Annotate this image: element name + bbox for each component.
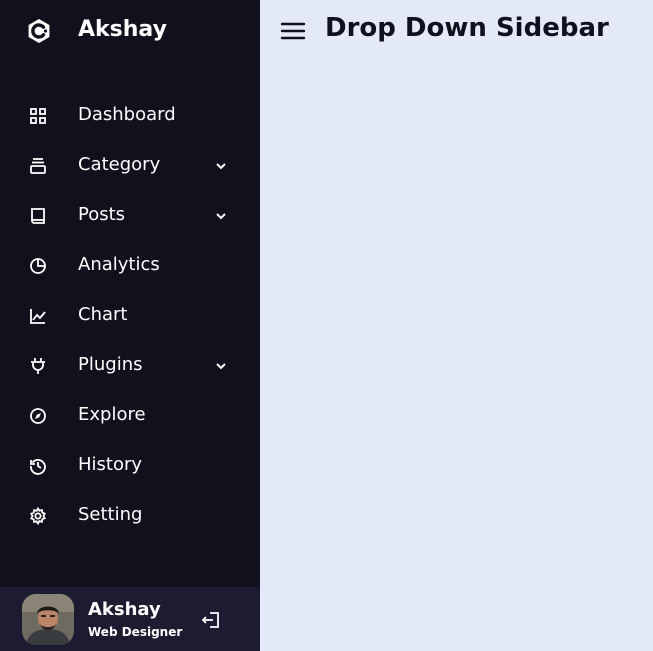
logout-icon[interactable] [200, 610, 222, 630]
sidebar-nav: Dashboard Category Posts Analytics Chart… [0, 91, 260, 541]
plug-icon [29, 357, 47, 375]
sidebar-item-label: Chart [78, 304, 128, 325]
sidebar-item-dashboard[interactable]: Dashboard [0, 91, 260, 141]
sidebar-item-label: Posts [78, 204, 126, 225]
sidebar-item-label: History [78, 454, 143, 475]
sidebar-item-explore[interactable]: Explore [0, 391, 260, 441]
sidebar-item-posts[interactable]: Posts [0, 191, 260, 241]
chevron-down-icon[interactable] [214, 360, 228, 372]
sidebar-item-label: Dashboard [78, 104, 176, 125]
page-title: Drop Down Sidebar [325, 13, 609, 43]
avatar[interactable] [22, 594, 74, 645]
line-chart-icon [29, 307, 47, 325]
chevron-down-icon[interactable] [214, 160, 228, 172]
chevron-down-icon[interactable] [214, 210, 228, 222]
sidebar-item-category[interactable]: Category [0, 141, 260, 191]
sidebar-item-label: Explore [78, 404, 146, 425]
sidebar-item-plugins[interactable]: Plugins [0, 341, 260, 391]
menu-icon[interactable] [280, 20, 306, 42]
collection-icon [29, 157, 47, 175]
sidebar-item-analytics[interactable]: Analytics [0, 241, 260, 291]
cog-icon [29, 507, 47, 525]
history-icon [29, 457, 47, 475]
sidebar-item-setting[interactable]: Setting [0, 491, 260, 541]
sidebar-item-label: Setting [78, 504, 143, 525]
brand-name: Akshay [78, 17, 167, 42]
profile-job: Web Designer [88, 625, 183, 639]
brand-logo-icon [26, 18, 52, 44]
sidebar-item-label: Category [78, 154, 161, 175]
sidebar-item-label: Plugins [78, 354, 143, 375]
profile-panel: Akshay Web Designer [0, 587, 260, 651]
compass-icon [29, 407, 47, 425]
sidebar-item-label: Analytics [78, 254, 160, 275]
book-icon [29, 207, 47, 225]
sidebar-item-chart[interactable]: Chart [0, 291, 260, 341]
brand[interactable]: Akshay [26, 16, 167, 46]
pie-chart-icon [29, 257, 47, 275]
sidebar-item-history[interactable]: History [0, 441, 260, 491]
main-content: Drop Down Sidebar [260, 0, 653, 651]
grid-icon [29, 107, 47, 125]
profile-name: Akshay [88, 599, 161, 620]
sidebar: Akshay Dashboard Category Posts Analytic… [0, 0, 260, 651]
